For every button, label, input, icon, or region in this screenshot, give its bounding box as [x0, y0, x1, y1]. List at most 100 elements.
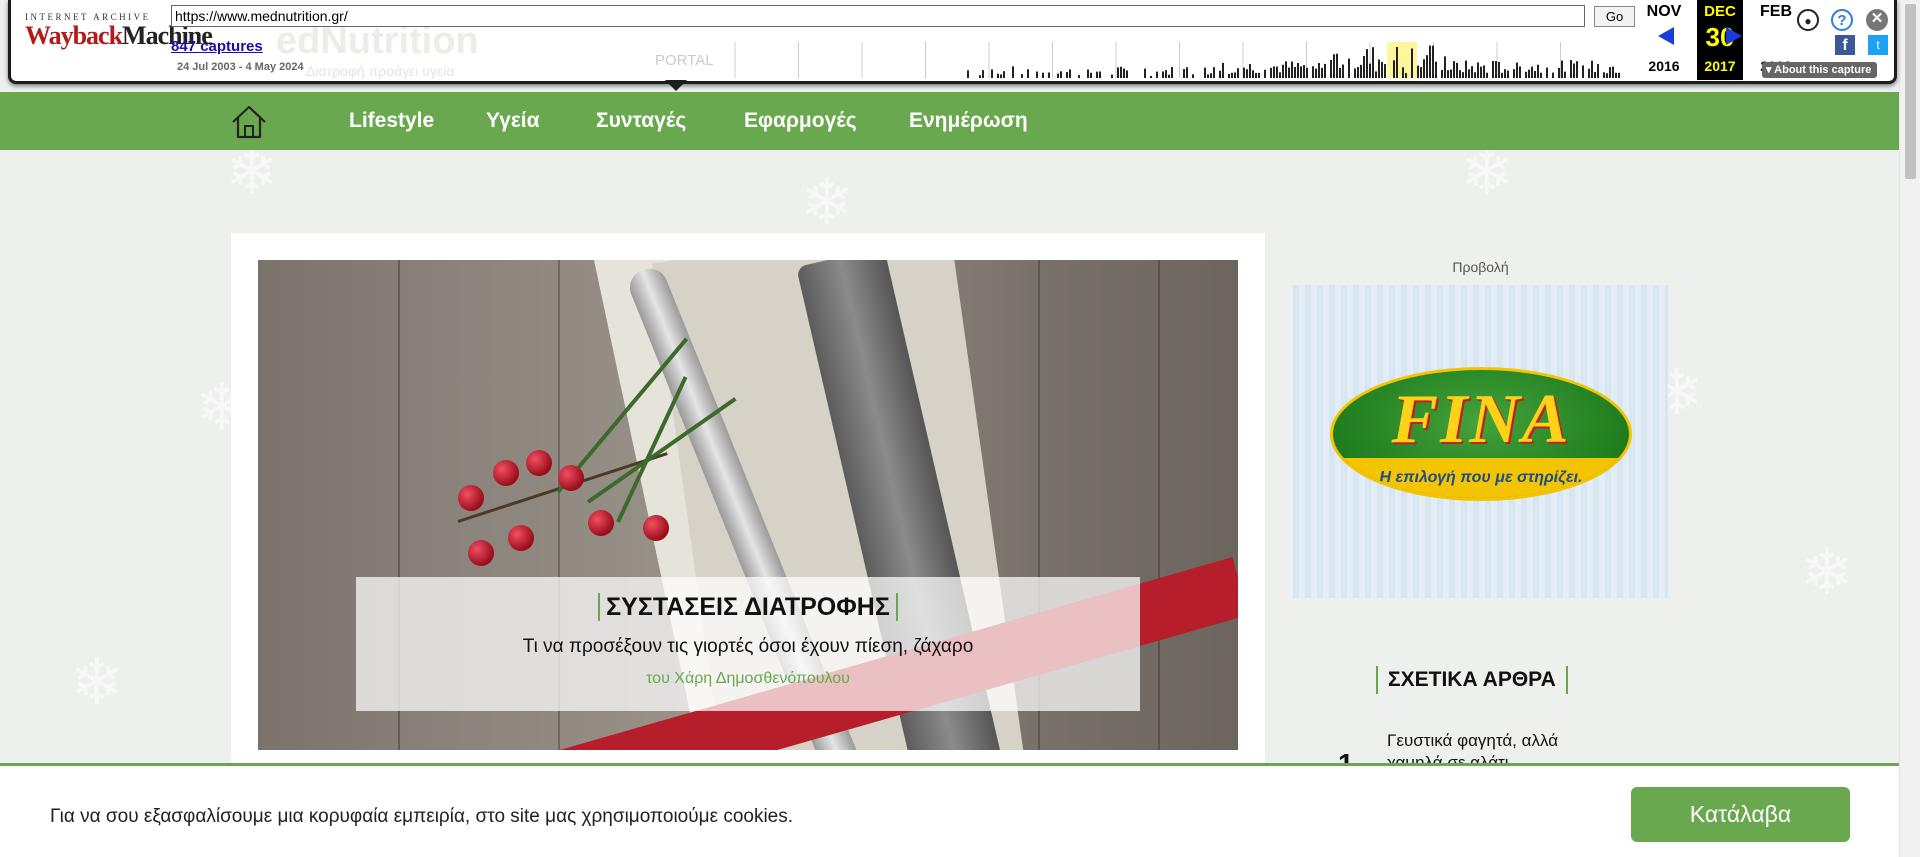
- histogram-bar: [1468, 69, 1470, 78]
- prev-year-label: 2016: [1648, 58, 1680, 74]
- histogram-bar: [1156, 71, 1158, 78]
- histogram-bar: [1492, 61, 1494, 78]
- histogram-bar: [1618, 72, 1620, 78]
- histogram-bar: [1027, 69, 1029, 78]
- hero-title[interactable]: Τι να προσέξουν τις γιορτές όσοι έχουν π…: [356, 636, 1140, 658]
- histogram-bar: [1243, 67, 1245, 78]
- histogram-bar: [1576, 61, 1578, 78]
- histogram-bar: [1285, 61, 1287, 78]
- hero-caption[interactable]: ΣΥΣΤΑΣΕΙΣ ΔΙΑΤΡΟΦΗΣ Τι να προσέξουν τις …: [356, 577, 1140, 711]
- histogram-bar: [1255, 72, 1257, 78]
- histogram-bar: [1354, 68, 1356, 78]
- histogram-bar: [1321, 67, 1323, 78]
- histogram-bar: [1222, 62, 1224, 78]
- histogram-bar: [1411, 48, 1413, 78]
- user-icon[interactable]: ●: [1797, 9, 1819, 31]
- histogram-bar: [1192, 74, 1194, 78]
- histogram-bar: [1204, 67, 1206, 78]
- twitter-icon[interactable]: t: [1868, 35, 1888, 55]
- histogram-bar: [1060, 71, 1062, 78]
- main-nav: Lifestyle Υγεία Συνταγές Εφαρμογές Ενημέ…: [0, 92, 1899, 150]
- nav-item-health[interactable]: Υγεία: [486, 109, 540, 133]
- wayback-logo[interactable]: INTERNET ARCHIVE WaybackMachine: [25, 12, 213, 50]
- capture-histogram[interactable]: [727, 42, 1623, 78]
- histogram-bar: [1315, 68, 1317, 78]
- fina-ad-banner[interactable]: FINA Η επιλογή που με στηρίζει.: [1293, 285, 1668, 598]
- histogram-bar: [1462, 72, 1464, 78]
- histogram-bar: [1396, 46, 1398, 78]
- go-button[interactable]: Go: [1594, 6, 1635, 27]
- histogram-bar: [1450, 69, 1452, 78]
- next-capture-arrow-icon[interactable]: [1726, 27, 1742, 45]
- histogram-bar: [1003, 71, 1005, 78]
- prev-capture-arrow-icon[interactable]: [1658, 27, 1674, 45]
- histogram-bar: [1333, 54, 1335, 78]
- histogram-bar: [1537, 64, 1539, 78]
- histogram-bar: [1453, 61, 1455, 78]
- histogram-bar: [1558, 67, 1560, 78]
- scrollbar-thumb[interactable]: [1905, 4, 1916, 179]
- histogram-bar: [1588, 68, 1590, 78]
- wayback-url-input[interactable]: [171, 5, 1585, 27]
- page-scrollbar[interactable]: [1899, 0, 1920, 857]
- histogram-bar: [1324, 63, 1326, 78]
- captures-link[interactable]: 847 captures: [171, 38, 263, 55]
- histogram-bar: [1609, 67, 1611, 78]
- histogram-bar: [1150, 75, 1152, 78]
- histogram-bar: [1375, 71, 1377, 78]
- histogram-bar: [1612, 66, 1614, 78]
- histogram-bar: [1447, 70, 1449, 78]
- histogram-bar: [1546, 67, 1548, 78]
- histogram-bar: [1423, 59, 1425, 78]
- histogram-bar: [1186, 67, 1188, 78]
- histogram-bar: [1048, 72, 1050, 78]
- facebook-icon[interactable]: f: [1835, 35, 1855, 55]
- nav-item-lifestyle[interactable]: Lifestyle: [349, 109, 434, 133]
- histogram-bar: [1360, 64, 1362, 78]
- related-articles-title: ΣΧΕΤΙΚΑ ΑΡΘΡΑ: [1376, 666, 1568, 694]
- histogram-bar: [1606, 73, 1608, 78]
- histogram-bar: [1297, 62, 1299, 78]
- nav-item-recipes[interactable]: Συνταγές: [596, 109, 686, 133]
- nav-item-news[interactable]: Ενημέρωση: [909, 109, 1028, 133]
- current-year-label: 2017: [1704, 58, 1736, 74]
- histogram-bar: [1519, 66, 1521, 78]
- home-icon[interactable]: [229, 102, 269, 142]
- cookie-accept-button[interactable]: Κατάλαβα: [1631, 787, 1850, 842]
- toolbar-pointer: [665, 80, 687, 91]
- help-icon[interactable]: ?: [1831, 9, 1853, 31]
- snowflake-decoration: ❄: [70, 646, 124, 718]
- fina-slogan: Η επιλογή που με στηρίζει.: [1333, 458, 1629, 498]
- about-capture-button[interactable]: ▾ About this capture: [1762, 62, 1878, 78]
- histogram-bar: [979, 75, 981, 78]
- histogram-bar: [991, 69, 993, 78]
- histogram-bar: [1435, 61, 1437, 78]
- histogram-bar: [1126, 70, 1128, 78]
- close-icon[interactable]: ✕: [1866, 9, 1888, 31]
- histogram-bar: [1042, 72, 1044, 78]
- histogram-bar: [1306, 67, 1308, 78]
- histogram-bar: [1402, 67, 1404, 78]
- histogram-bar: [1561, 60, 1563, 78]
- histogram-bar: [1231, 72, 1233, 78]
- cookie-banner: Για να σου εξασφαλίσουμε μια κορυφαία εμ…: [0, 763, 1899, 857]
- hero-author[interactable]: του Χάρη Δημοσθενόπουλου: [356, 670, 1140, 688]
- fina-logo-text: FINA: [1391, 381, 1571, 458]
- histogram-bar: [1000, 74, 1002, 78]
- portal-label-ghost: PORTAL: [655, 52, 714, 69]
- site-tagline-ghost: Διατροφή προάγει υγεία: [306, 63, 455, 79]
- histogram-bar: [1276, 66, 1278, 78]
- histogram-bar: [1513, 69, 1515, 78]
- histogram-bar: [1480, 66, 1482, 78]
- histogram-bar: [1552, 72, 1554, 78]
- histogram-bar: [1270, 67, 1272, 78]
- histogram-bar: [1525, 71, 1527, 78]
- ad-label: Προβολή: [1452, 259, 1509, 275]
- histogram-bar: [1228, 73, 1230, 78]
- histogram-bar: [1495, 61, 1497, 78]
- histogram-bar: [1570, 60, 1572, 78]
- nav-item-apps[interactable]: Εφαρμογές: [744, 109, 857, 133]
- hero-category[interactable]: ΣΥΣΤΑΣΕΙΣ ΔΙΑΤΡΟΦΗΣ: [598, 593, 898, 621]
- histogram-bar: [1477, 62, 1479, 78]
- histogram-bar: [1210, 73, 1212, 78]
